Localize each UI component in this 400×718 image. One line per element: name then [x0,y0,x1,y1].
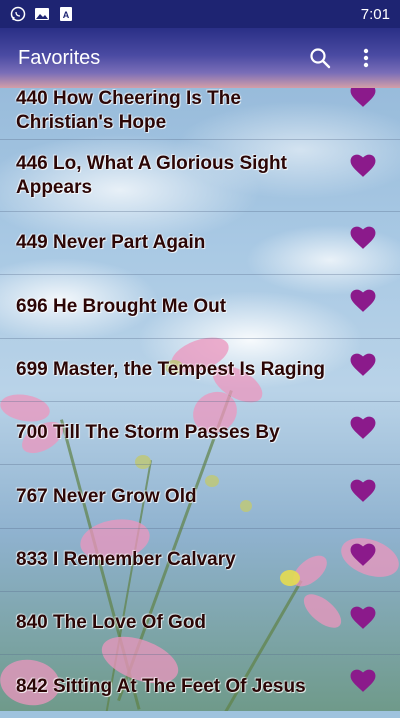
gallery-icon [34,6,50,22]
hymn-title: 700 Till The Storm Passes By [16,422,280,443]
heart-icon[interactable] [350,543,376,567]
hymn-title: 696 He Brought Me Out [16,295,227,317]
list-item[interactable]: 696 He Brought Me Out [0,275,400,339]
search-icon[interactable] [304,42,336,74]
heart-icon[interactable] [350,479,376,503]
app-bar: Favorites [0,28,400,88]
list-item[interactable]: 699 Master, the Tempest Is Raging [0,339,400,402]
status-bar: A 7:01 [0,0,400,28]
page-title: Favorites [18,46,101,69]
status-time: 7:01 [360,5,390,23]
hymn-title: 699 Master, the Tempest Is Raging [16,359,326,380]
heart-icon[interactable] [350,226,376,250]
news-icon: A [58,6,74,22]
list-item[interactable]: 833 I Remember Calvary [0,529,400,592]
heart-icon[interactable] [350,289,376,313]
heart-icon[interactable] [350,669,376,693]
heart-icon[interactable] [350,353,376,377]
hymn-title: 767 Never Grow Old [16,485,197,507]
list-item[interactable]: 449 Never Part Again [0,212,400,275]
hymn-title: 840 The Love Of God [16,612,207,633]
whatsapp-icon [10,6,26,22]
list-item[interactable]: 842 Sitting At The Feet Of Jesus [0,655,400,718]
hymn-title: 440 How Cheering Is The Christian's Hope [16,87,241,133]
heart-icon[interactable] [350,154,376,178]
svg-text:A: A [63,10,70,20]
hymn-title: 446 Lo, What A Glorious Sight Appears [16,152,287,198]
hymn-title: 833 I Remember Calvary [16,549,236,570]
list-item[interactable]: 700 Till The Storm Passes By [0,402,400,465]
favorites-list: 440 How Cheering Is The Christian's Hope… [0,70,400,718]
heart-icon[interactable] [350,606,376,630]
more-vert-icon[interactable] [350,42,382,74]
hymn-title: 449 Never Part Again [16,232,206,253]
list-item[interactable]: 767 Never Grow Old [0,465,400,529]
list-item[interactable]: 840 The Love Of God [0,592,400,655]
list-item[interactable]: 446 Lo, What A Glorious Sight Appears [0,140,400,212]
hymn-title: 842 Sitting At The Feet Of Jesus [16,675,306,697]
heart-icon[interactable] [350,416,376,440]
